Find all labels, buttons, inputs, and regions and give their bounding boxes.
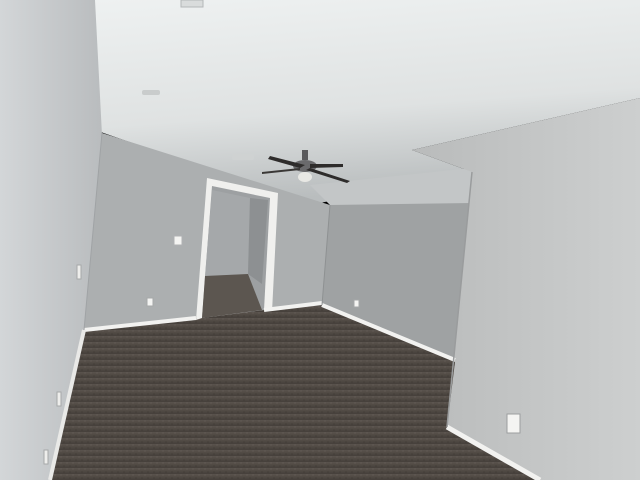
hallway-wall — [205, 190, 250, 276]
outlet-back-left — [146, 297, 154, 307]
outlet-alcove — [353, 299, 360, 308]
light-switch — [173, 235, 183, 246]
outlet-left-wall-high — [76, 264, 82, 280]
outlet-left-wall-low — [56, 391, 62, 407]
room-illustration — [0, 0, 640, 480]
outlet-right-wall — [506, 413, 521, 434]
ceiling-light-recess — [232, 154, 254, 160]
smoke-detector — [142, 90, 160, 95]
ceiling-vent — [180, 0, 204, 8]
outlet-left-wall-bottom — [43, 449, 49, 465]
room-photo — [0, 0, 640, 480]
